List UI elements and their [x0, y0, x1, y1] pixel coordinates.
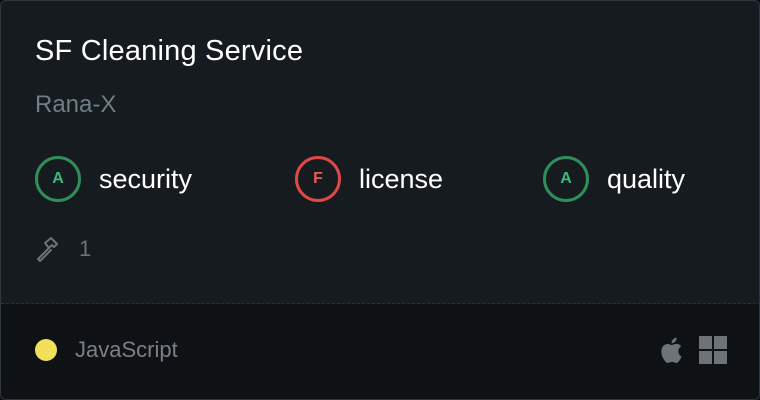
repo-card[interactable]: SF Cleaning Service Rana-X A security F …: [0, 0, 760, 400]
grade-badge: F: [295, 156, 341, 202]
build-count: 1: [79, 236, 92, 261]
hammer-icon: [35, 235, 63, 263]
language-color-dot: [35, 339, 57, 361]
score-label: quality: [607, 163, 686, 194]
language-indicator: JavaScript: [35, 337, 178, 363]
build-count-row: 1: [35, 234, 91, 264]
score-label: security: [99, 163, 193, 194]
repo-title[interactable]: SF Cleaning Service: [35, 35, 303, 68]
repo-owner[interactable]: Rana-X: [35, 91, 116, 119]
card-footer: JavaScript: [1, 304, 759, 399]
score-license: F license: [295, 156, 444, 202]
grade-badge: A: [35, 156, 81, 202]
platform-icons: [657, 335, 727, 370]
score-security: A security: [35, 156, 193, 202]
grade-badge: A: [543, 156, 589, 202]
apple-icon: [657, 335, 683, 370]
windows-icon: [699, 336, 727, 369]
language-name: JavaScript: [75, 337, 178, 362]
score-quality: A quality: [543, 156, 686, 202]
score-label: license: [359, 163, 444, 194]
